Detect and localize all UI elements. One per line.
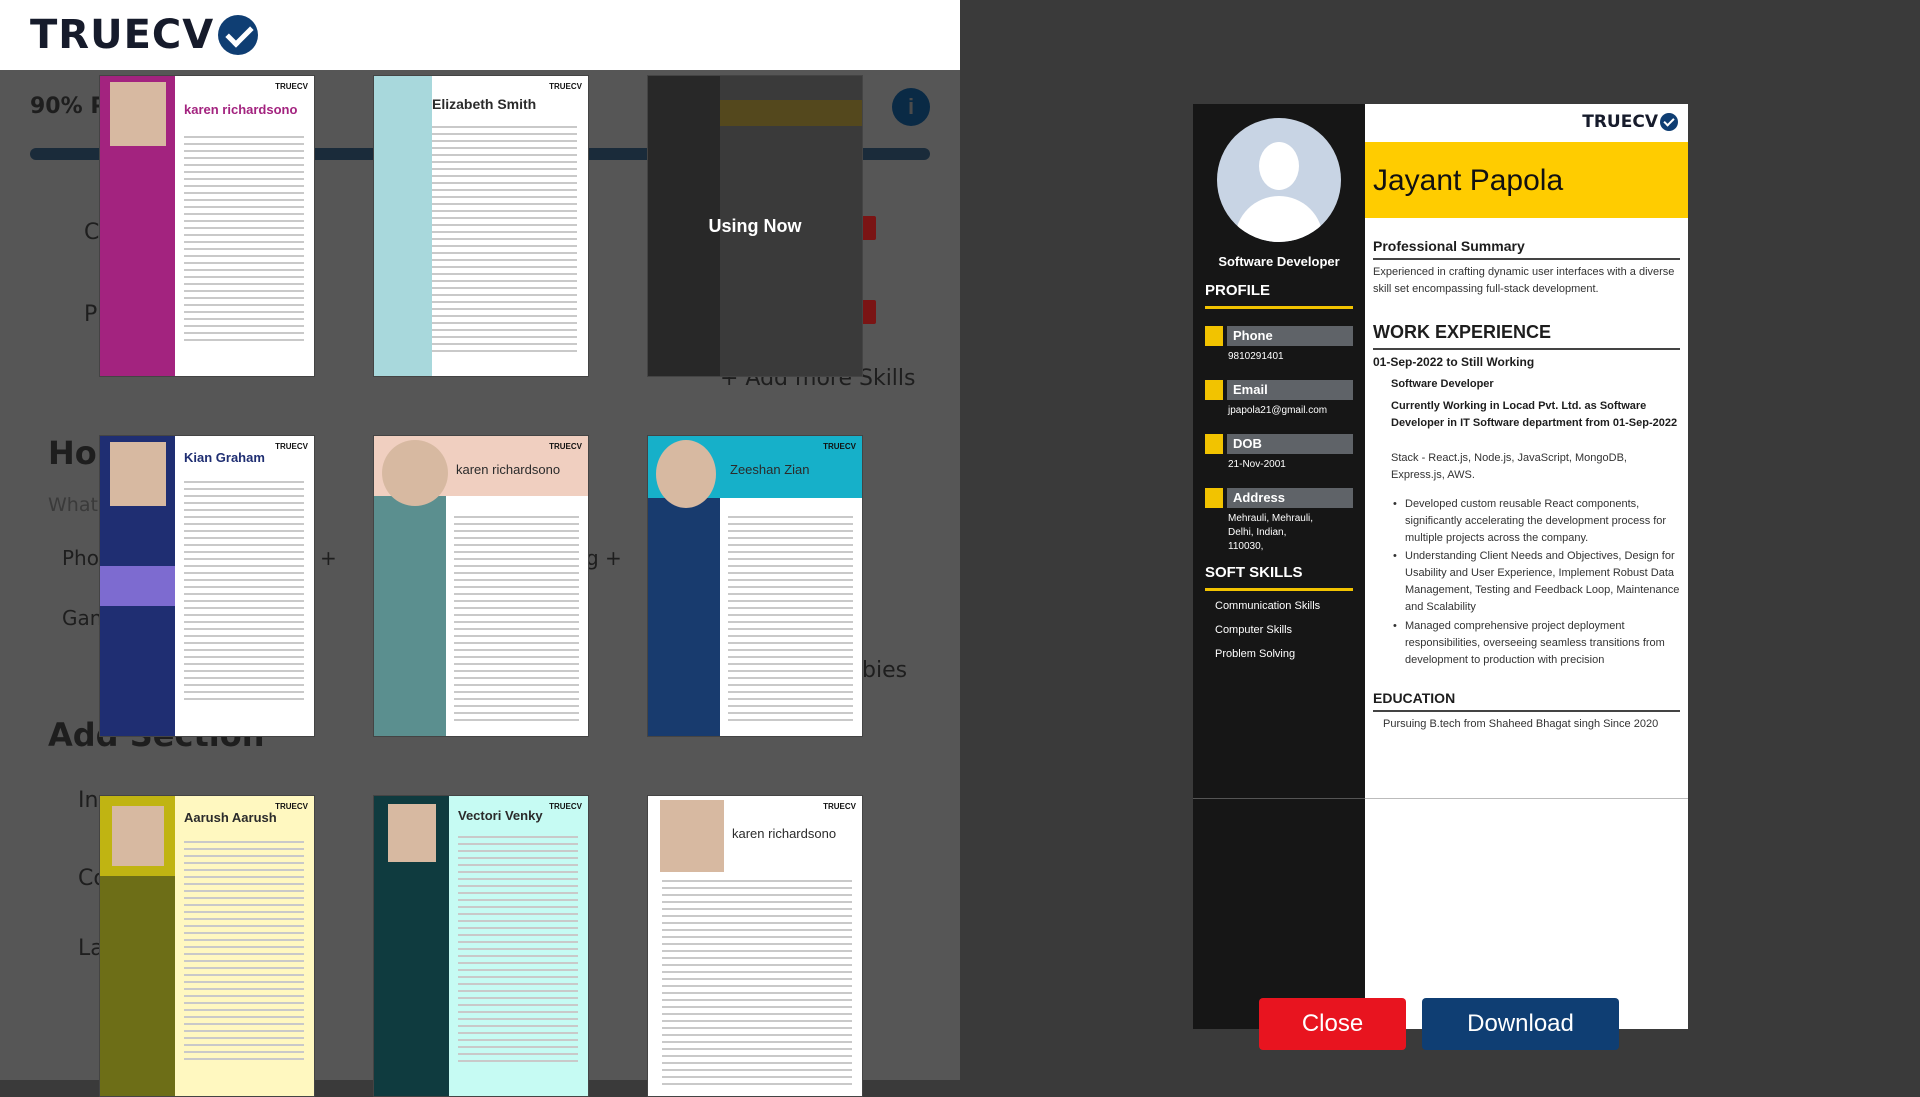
template-card[interactable]: TRUECV karen richardsono bbox=[647, 795, 863, 1097]
template-card[interactable]: TRUECV karen richardsono bbox=[373, 435, 589, 737]
email-label: Email bbox=[1227, 380, 1353, 400]
template-name: karen richardsono bbox=[184, 102, 298, 117]
template-brand: TRUECV bbox=[549, 802, 582, 811]
education-divider bbox=[1373, 710, 1680, 712]
partial-label-p: P bbox=[84, 302, 98, 327]
progress-text: 90% P bbox=[30, 94, 107, 119]
work-stack: Stack - React.js, Node.js, JavaScript, M… bbox=[1391, 452, 1627, 481]
education-heading: EDUCATION bbox=[1373, 690, 1456, 706]
profile-photo bbox=[388, 804, 436, 862]
education-text: Pursuing B.tech from Shaheed Bhagat sing… bbox=[1383, 718, 1659, 730]
phone-partial: Pho bbox=[62, 546, 99, 570]
resume-name: Jayant Papola bbox=[1373, 164, 1564, 197]
template-name: karen richardsono bbox=[732, 826, 837, 841]
phone-value: 9810291401 bbox=[1228, 351, 1284, 362]
summary-divider bbox=[1373, 258, 1680, 260]
plus-icon[interactable]: + bbox=[320, 546, 337, 570]
work-description: Currently Working in Locad Pvt. Ltd. as … bbox=[1391, 400, 1678, 429]
template-brand: TRUECV bbox=[275, 82, 308, 91]
resume-preview: Software Developer PROFILE Phone 9810291… bbox=[1193, 104, 1688, 1029]
check-circle-icon bbox=[218, 15, 259, 55]
template-card[interactable]: TRUECV Vectori Venky bbox=[373, 795, 589, 1097]
address-value: Mehrauli, Mehrauli, Delhi, Indian, 11003… bbox=[1228, 513, 1314, 552]
summary-heading: Professional Summary bbox=[1373, 238, 1525, 254]
phone-field: Phone bbox=[1205, 326, 1353, 346]
template-brand: TRUECV bbox=[823, 802, 856, 811]
dob-label: DOB bbox=[1227, 434, 1353, 454]
profile-photo bbox=[382, 440, 448, 506]
soft-skills-heading: SOFT SKILLS bbox=[1205, 564, 1303, 581]
avatar bbox=[1217, 118, 1341, 242]
profile-heading: PROFILE bbox=[1205, 282, 1271, 299]
template-card[interactable]: TRUECV Zeeshan Zian bbox=[647, 435, 863, 737]
work-heading: WORK EXPERIENCE bbox=[1373, 322, 1552, 342]
template-brand: TRUECV bbox=[549, 82, 582, 91]
template-card[interactable]: TRUECV Aarush Aarush bbox=[99, 795, 315, 1097]
summary-text: Experienced in crafting dynamic user int… bbox=[1373, 266, 1675, 295]
skill-item: Computer Skills bbox=[1215, 624, 1293, 636]
dob-field: DOB bbox=[1205, 434, 1353, 454]
template-card[interactable]: TRUECV Kian Graham bbox=[99, 435, 315, 737]
work-dates: 01-Sep-2022 to Still Working bbox=[1373, 355, 1535, 369]
template-brand: TRUECV bbox=[275, 802, 308, 811]
template-brand: TRUECV bbox=[823, 442, 856, 451]
partial-label-c: C bbox=[84, 220, 100, 245]
skill-item: Communication Skills bbox=[1215, 600, 1321, 612]
resume-brand: TRUECV bbox=[1582, 112, 1658, 132]
template-name: karen richardsono bbox=[456, 462, 561, 477]
resume-role: Software Developer bbox=[1218, 254, 1340, 269]
profile-photo bbox=[110, 442, 166, 506]
skills-divider bbox=[1205, 588, 1353, 591]
hobbies-partial: bies bbox=[862, 658, 908, 683]
game-partial: Gan bbox=[62, 606, 103, 630]
dob-value: 21-Nov-2001 bbox=[1228, 459, 1286, 470]
resume-logo: TRUECV bbox=[1582, 112, 1678, 132]
logo-text: TRUECV bbox=[30, 12, 215, 58]
resume-main: TRUECV Jayant Papola Professional Summar… bbox=[1365, 104, 1688, 1029]
template-card-current[interactable]: Using Now bbox=[647, 75, 863, 377]
plus-icon[interactable]: g + bbox=[586, 546, 622, 570]
template-name: Elizabeth Smith bbox=[432, 96, 537, 112]
template-name: Vectori Venky bbox=[458, 808, 543, 823]
what-label: What bbox=[48, 494, 98, 516]
info-icon[interactable]: i bbox=[892, 88, 930, 126]
work-divider bbox=[1373, 348, 1680, 350]
work-title: Software Developer bbox=[1391, 378, 1494, 390]
download-button[interactable]: Download bbox=[1422, 998, 1619, 1050]
profile-photo bbox=[112, 806, 164, 866]
template-name: Aarush Aarush bbox=[184, 810, 277, 825]
address-field: Address bbox=[1205, 488, 1353, 508]
template-card[interactable]: TRUECV Elizabeth Smith bbox=[373, 75, 589, 377]
template-brand: TRUECV bbox=[275, 442, 308, 451]
close-button[interactable]: Close bbox=[1259, 998, 1406, 1050]
work-bullet: Developed custom reusable React componen… bbox=[1393, 496, 1680, 547]
profile-photo bbox=[656, 440, 716, 508]
template-name: Zeeshan Zian bbox=[730, 462, 810, 477]
profile-photo bbox=[660, 800, 724, 872]
work-bullet: Understanding Client Needs and Objective… bbox=[1393, 548, 1680, 616]
profile-divider bbox=[1205, 306, 1353, 309]
check-circle-icon bbox=[1660, 113, 1678, 131]
template-card[interactable]: TRUECV karen richardsono bbox=[99, 75, 315, 377]
template-name: Kian Graham bbox=[184, 450, 265, 465]
phone-label: Phone bbox=[1227, 326, 1353, 346]
app-header: TRUECV bbox=[0, 0, 960, 70]
profile-photo bbox=[110, 82, 166, 146]
section-partial-in[interactable]: In bbox=[78, 788, 98, 813]
email-value: jpapola21@gmail.com bbox=[1228, 405, 1328, 416]
using-now-overlay: Using Now bbox=[648, 76, 862, 376]
template-brand: TRUECV bbox=[549, 442, 582, 451]
skill-item: Problem Solving bbox=[1215, 648, 1296, 660]
truecv-logo[interactable]: TRUECV bbox=[30, 12, 259, 58]
resume-sidebar: Software Developer PROFILE Phone 9810291… bbox=[1193, 104, 1365, 1029]
work-bullet: Managed comprehensive project deployment… bbox=[1393, 618, 1680, 669]
address-label: Address bbox=[1227, 488, 1353, 508]
email-field: Email bbox=[1205, 380, 1353, 400]
name-band: Jayant Papola bbox=[1365, 142, 1688, 218]
